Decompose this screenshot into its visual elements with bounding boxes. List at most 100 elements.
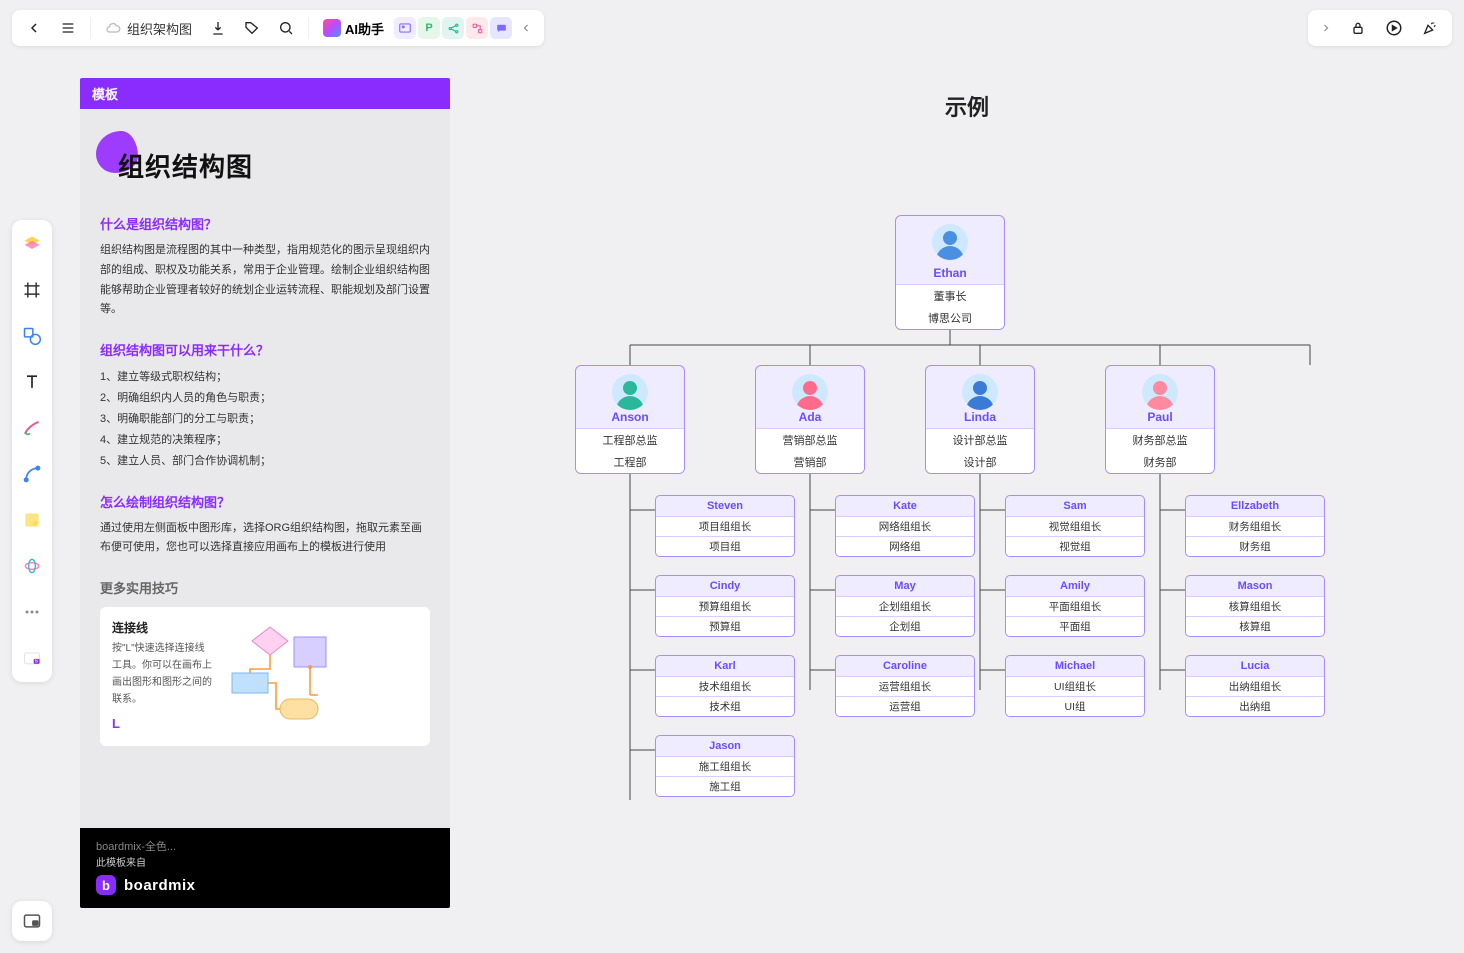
- org-node-l3[interactable]: Sam 视觉组组长 视觉组: [1005, 495, 1145, 557]
- tips-shortcut: L: [112, 716, 212, 731]
- collapse-button[interactable]: [514, 12, 538, 44]
- p-tool-button[interactable]: P: [418, 17, 440, 39]
- text-tool[interactable]: [16, 366, 48, 398]
- node-dept: 视觉组: [1006, 536, 1144, 556]
- document-title[interactable]: 组织架构图: [97, 19, 200, 38]
- org-node-l3[interactable]: Michael UI组组长 UI组: [1005, 655, 1145, 717]
- node-dept: 平面组: [1006, 616, 1144, 636]
- node-dept: 运营组: [836, 696, 974, 716]
- share-tool-button[interactable]: [442, 17, 464, 39]
- connector-tool[interactable]: [16, 458, 48, 490]
- templates-tool[interactable]: [16, 228, 48, 260]
- mindmap-tool[interactable]: [16, 550, 48, 582]
- node-title: 运营组组长: [836, 676, 974, 696]
- section-heading: 组织结构图可以用来干什么？: [100, 340, 430, 359]
- download-button[interactable]: [202, 12, 234, 44]
- celebrate-button[interactable]: [1414, 12, 1446, 44]
- node-name: Sam: [1006, 496, 1144, 516]
- expand-button[interactable]: [1314, 12, 1338, 44]
- ai-assistant-button[interactable]: AI助手: [315, 19, 392, 38]
- node-title: 财务组组长: [1186, 516, 1324, 536]
- play-button[interactable]: [1378, 12, 1410, 44]
- node-title: 工程部总监: [576, 428, 684, 451]
- image-tool-button[interactable]: [394, 17, 416, 39]
- org-node-l3[interactable]: Amily 平面组组长 平面组: [1005, 575, 1145, 637]
- org-node-l3[interactable]: Caroline 运营组组长 运营组: [835, 655, 975, 717]
- node-name: Michael: [1006, 656, 1144, 676]
- node-title: 财务部总监: [1106, 428, 1214, 451]
- separator: [90, 18, 91, 38]
- node-title: 董事长: [896, 284, 1004, 307]
- node-dept: 项目组: [656, 536, 794, 556]
- node-name: Caroline: [836, 656, 974, 676]
- org-node-l3[interactable]: May 企划组组长 企划组: [835, 575, 975, 637]
- example-title: 示例: [470, 90, 1464, 122]
- panel-footer: boardmix-全色... 此模板来自 b boardmix: [80, 828, 450, 908]
- tips-title: 连接线: [112, 619, 212, 636]
- panel-header: 模板: [80, 78, 450, 109]
- tips-description: 按"L"快速选择连接线工具。你可以在画布上画出图形和图形之间的联系。: [112, 640, 212, 708]
- node-dept: 出纳组: [1186, 696, 1324, 716]
- flow-tool-button[interactable]: [466, 17, 488, 39]
- section-paragraph: 通过使用左侧面板中图形库，选择ORG组织结构图，拖取元素至画布便可使用，您也可以…: [100, 519, 430, 559]
- node-dept: 设计部: [926, 451, 1034, 473]
- node-name: May: [836, 576, 974, 596]
- node-dept: 网络组: [836, 536, 974, 556]
- node-dept: 预算组: [656, 616, 794, 636]
- org-node-root[interactable]: Ethan 董事长 博思公司: [895, 215, 1005, 330]
- org-node-l2[interactable]: Ada 营销部总监 营销部: [755, 365, 865, 474]
- org-node-l2[interactable]: Paul 财务部总监 财务部: [1105, 365, 1215, 474]
- left-tool-rail: b: [12, 220, 52, 682]
- tips-card: 连接线 按"L"快速选择连接线工具。你可以在画布上画出图形和图形之间的联系。 L: [100, 607, 430, 746]
- footer-sub-text: 此模板来自: [96, 854, 434, 869]
- brand-logo-icon: b: [96, 875, 116, 895]
- node-title: 营销部总监: [756, 428, 864, 451]
- node-title: 出纳组组长: [1186, 676, 1324, 696]
- org-chart[interactable]: Ethan 董事长 博思公司 Anson 工程部总监 工程部 Ada 营销部总监…: [470, 160, 1460, 900]
- separator: [308, 18, 309, 38]
- boardmix-tool[interactable]: b: [16, 642, 48, 674]
- search-button[interactable]: [270, 12, 302, 44]
- org-node-l2[interactable]: Anson 工程部总监 工程部: [575, 365, 685, 474]
- section-heading: 更多实用技巧: [100, 578, 430, 597]
- node-dept: 核算组: [1186, 616, 1324, 636]
- avatar-icon: [792, 374, 828, 410]
- node-dept: 博思公司: [896, 307, 1004, 329]
- node-name: Amily: [1006, 576, 1144, 596]
- org-node-l3[interactable]: Cindy 预算组组长 预算组: [655, 575, 795, 637]
- node-name: Lucia: [1186, 656, 1324, 676]
- panel-title: 组织结构图: [118, 147, 430, 184]
- cloud-icon: [105, 20, 121, 36]
- pen-tool[interactable]: [16, 412, 48, 444]
- avatar-icon: [962, 374, 998, 410]
- lock-button[interactable]: [1342, 12, 1374, 44]
- template-panel: 模板 组织结构图 什么是组织结构图？ 组织结构图是流程图的其中一种类型，指用规范…: [80, 78, 450, 908]
- more-tools[interactable]: [16, 596, 48, 628]
- avatar-icon: [1142, 374, 1178, 410]
- node-name: Ellzabeth: [1186, 496, 1324, 516]
- back-button[interactable]: [18, 12, 50, 44]
- org-node-l3[interactable]: Kate 网络组组长 网络组: [835, 495, 975, 557]
- frame-tool[interactable]: [16, 274, 48, 306]
- node-title: 施工组组长: [656, 756, 794, 776]
- sticky-note-tool[interactable]: [16, 504, 48, 536]
- node-title: 预算组组长: [656, 596, 794, 616]
- node-dept: 企划组: [836, 616, 974, 636]
- section-list: 1、建立等级式职权结构； 2、明确组织内人员的角色与职责； 3、明确职能部门的分…: [100, 367, 430, 471]
- tag-button[interactable]: [236, 12, 268, 44]
- org-node-l3[interactable]: Ellzabeth 财务组组长 财务组: [1185, 495, 1325, 557]
- org-node-l3[interactable]: Lucia 出纳组组长 出纳组: [1185, 655, 1325, 717]
- org-node-l3[interactable]: Karl 技术组组长 技术组: [655, 655, 795, 717]
- org-node-l3[interactable]: Steven 项目组组长 项目组: [655, 495, 795, 557]
- org-node-l2[interactable]: Linda 设计部总监 设计部: [925, 365, 1035, 474]
- node-dept: 技术组: [656, 696, 794, 716]
- org-node-l3[interactable]: Jason 施工组组长 施工组: [655, 735, 795, 797]
- shapes-tool[interactable]: [16, 320, 48, 352]
- org-node-l3[interactable]: Mason 核算组组长 核算组: [1185, 575, 1325, 637]
- minimap-button[interactable]: [12, 901, 52, 941]
- menu-button[interactable]: [52, 12, 84, 44]
- ai-label: AI助手: [345, 19, 384, 38]
- chat-tool-button[interactable]: [490, 17, 512, 39]
- node-dept: 施工组: [656, 776, 794, 796]
- ai-logo-icon: [323, 19, 341, 37]
